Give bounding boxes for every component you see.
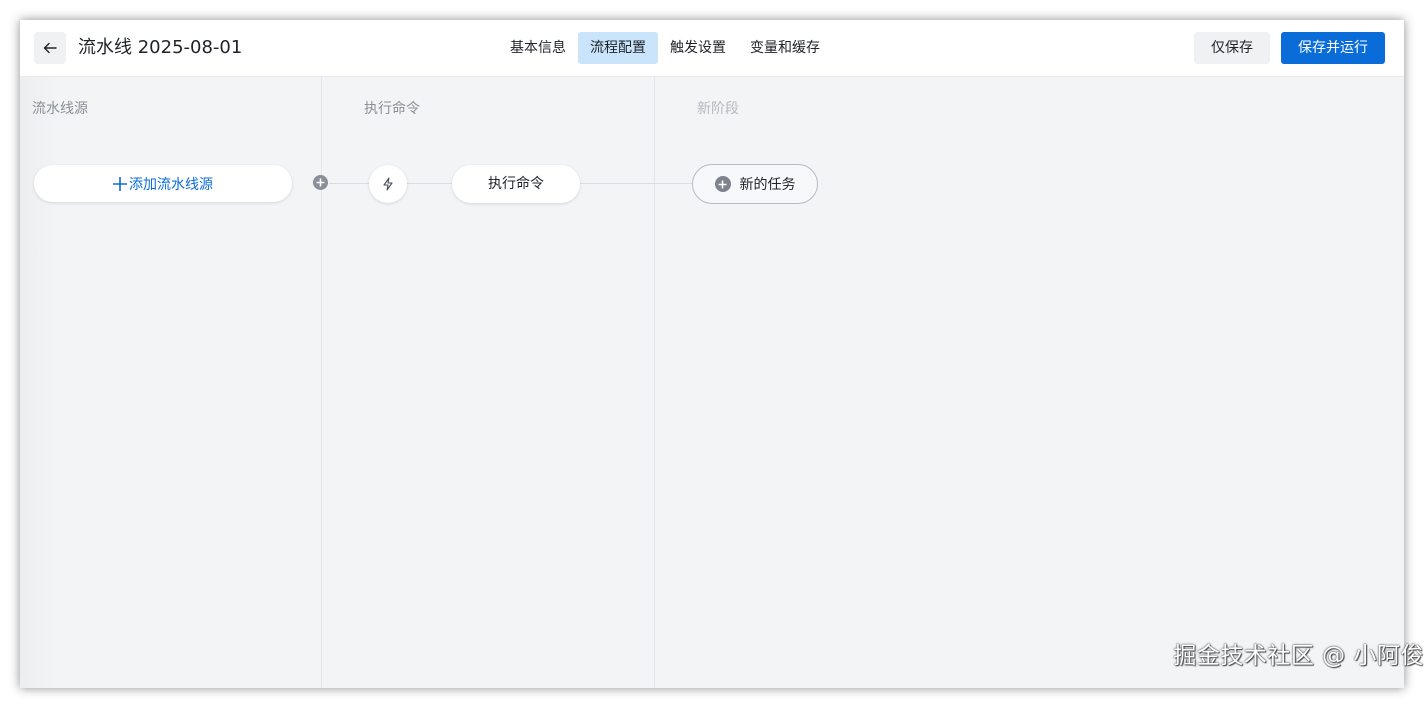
connector-line [407,183,452,184]
tab-flow-config[interactable]: 流程配置 [578,32,658,64]
new-task-label: 新的任务 [739,177,796,193]
back-button[interactable] [34,32,66,64]
source-column-title: 流水线源 [32,101,88,117]
add-source-button[interactable]: 添加流水线源 [34,165,292,202]
tab-variables-cache[interactable]: 变量和缓存 [738,32,832,64]
trigger-node[interactable] [369,165,407,203]
new-task-button[interactable]: 新的任务 [692,164,818,204]
watermark: 掘金技术社区 @ 小阿俊 [1173,643,1424,669]
plus-icon [316,178,325,187]
connector-line [580,183,692,184]
task-node-execute-command[interactable]: 执行命令 [452,165,580,203]
tab-bar: 基本信息 流程配置 触发设置 变量和缓存 [498,32,832,64]
tab-basic-info[interactable]: 基本信息 [498,32,578,64]
source-column: 流水线源 添加流水线源 [20,77,322,688]
top-bar: 流水线 2025-08-01 基本信息 流程配置 触发设置 变量和缓存 仅保存 … [20,20,1404,77]
add-source-label: 添加流水线源 [129,176,213,193]
save-and-run-button[interactable]: 保存并运行 [1281,32,1385,64]
arrow-left-icon [43,42,57,54]
app-window: 流水线 2025-08-01 基本信息 流程配置 触发设置 变量和缓存 仅保存 … [20,20,1404,688]
plus-icon [113,174,127,194]
plus-circle-icon [714,176,731,192]
stage-1-title[interactable]: 执行命令 [364,98,420,118]
connector-line [329,183,369,184]
add-stage-button[interactable] [313,175,328,190]
page-title: 流水线 2025-08-01 [78,37,243,58]
tab-trigger-settings[interactable]: 触发设置 [658,32,738,64]
lightning-icon [383,177,393,191]
save-only-button[interactable]: 仅保存 [1194,32,1270,64]
stage-2-title[interactable]: 新阶段 [697,98,739,118]
